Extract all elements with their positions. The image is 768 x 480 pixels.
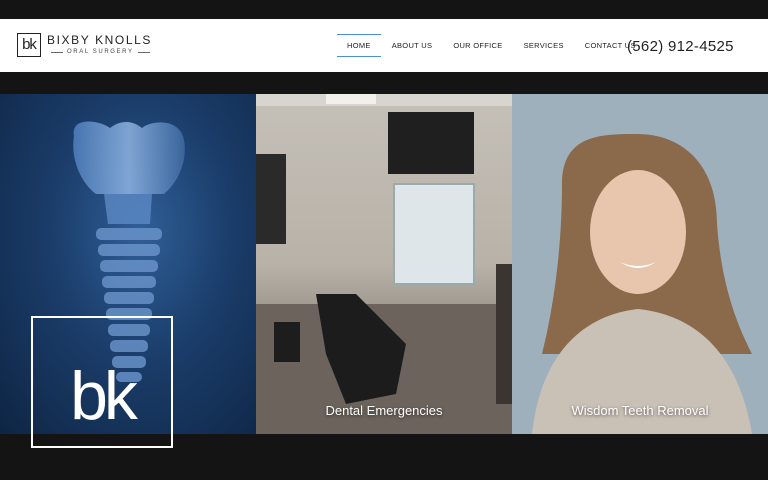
panel-label-wisdom-teeth: Wisdom Teeth Removal — [571, 403, 709, 418]
smiling-woman-photo — [512, 94, 768, 434]
top-strip — [0, 0, 768, 19]
site-header: bk BIXBY KNOLLS ORAL SURGERY HOME ABOUT … — [0, 19, 768, 72]
overlay-logo: bk — [31, 316, 173, 448]
panel-dental-emergencies[interactable]: Dental Emergencies — [256, 94, 512, 434]
site-logo[interactable]: bk BIXBY KNOLLS ORAL SURGERY — [17, 32, 154, 58]
panel-wisdom-teeth[interactable]: Wisdom Teeth Removal — [512, 94, 768, 434]
spacer — [0, 72, 768, 94]
logo-name: BIXBY KNOLLS — [47, 33, 153, 47]
operatory-photo — [256, 94, 512, 434]
panel-label-dental-emergencies: Dental Emergencies — [325, 403, 443, 418]
nav-our-office[interactable]: OUR OFFICE — [443, 33, 512, 58]
logo-subtitle: ORAL SURGERY — [47, 48, 154, 56]
logo-mark: bk — [17, 33, 41, 57]
nav-services[interactable]: SERVICES — [514, 33, 574, 58]
nav-about-us[interactable]: ABOUT US — [382, 33, 443, 58]
nav-home[interactable]: HOME — [337, 34, 381, 57]
overlay-logo-text: bk — [70, 358, 138, 434]
main-nav: HOME ABOUT US OUR OFFICE SERVICES CONTAC… — [337, 19, 647, 72]
phone-number[interactable]: (562) 912-4525 — [627, 38, 734, 55]
